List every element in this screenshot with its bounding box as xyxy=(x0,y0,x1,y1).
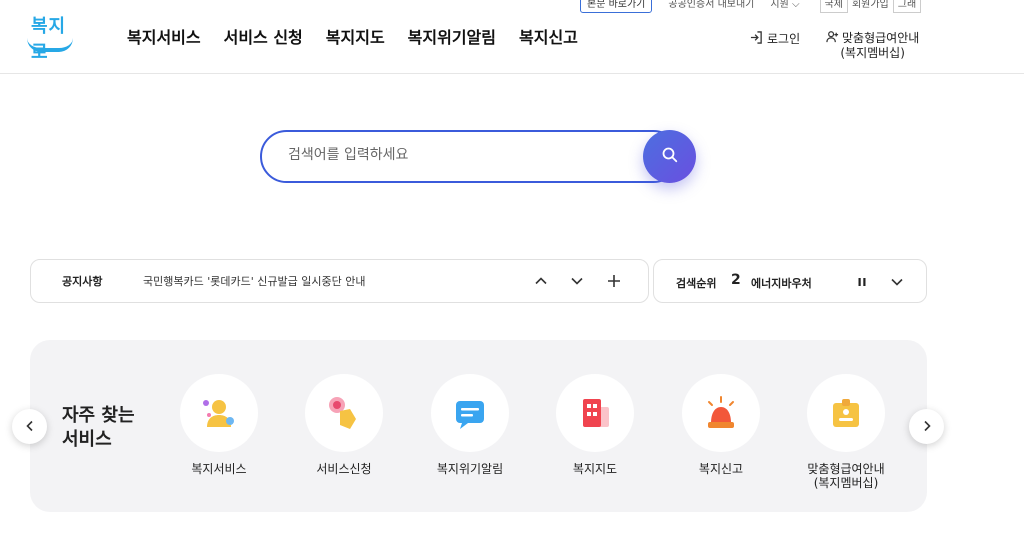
nav-welfare-report[interactable]: 복지신고 xyxy=(519,24,578,48)
quick-item-label: 복지서비스 xyxy=(191,462,247,476)
quick-next-button[interactable] xyxy=(909,409,944,444)
membership-guide-link[interactable]: 맞춤형급여안내 (복지멤버십) xyxy=(826,30,919,60)
quick-item-label: 복지위기알림 xyxy=(436,462,504,476)
siren-icon xyxy=(682,374,760,452)
message-icon xyxy=(431,374,509,452)
membership-label-1: 맞춤형급여안내 xyxy=(842,31,920,45)
quick-title-line1: 자주 찾는 xyxy=(62,405,135,426)
logo-smile-icon xyxy=(27,38,73,52)
quick-item-welfare-map[interactable]: 복지지도 xyxy=(545,374,645,476)
quick-item-service-apply[interactable]: 서비스신청 xyxy=(294,374,394,476)
quick-item-label: 복지지도 xyxy=(572,462,618,476)
notice-title: 공지사항 xyxy=(62,275,103,288)
rank-number: 2 xyxy=(731,272,741,288)
notice-more-button[interactable] xyxy=(604,271,624,291)
nav-welfare-services[interactable]: 복지서비스 xyxy=(127,24,201,48)
notice-text-link[interactable]: 국민행복카드 '롯데카드' 신규발급 일시중단 안내 xyxy=(143,273,365,289)
notice-next-button[interactable] xyxy=(567,271,587,291)
building-map-icon xyxy=(556,374,634,452)
search-field xyxy=(260,130,680,183)
person-plus-icon xyxy=(826,30,839,46)
quick-title-line2: 서비스 xyxy=(62,429,112,450)
quick-item-welfare-report[interactable]: 복지신고 xyxy=(671,374,771,476)
quick-item-welfare-services[interactable]: 복지서비스 xyxy=(169,374,269,476)
chevron-right-icon xyxy=(921,417,933,436)
search-rank-bar: 검색순위 2 에너지바우처 xyxy=(653,259,927,303)
membership-card-icon xyxy=(807,374,885,452)
nav-service-apply[interactable]: 서비스 신청 xyxy=(224,24,303,48)
login-button[interactable]: 로그인 xyxy=(750,30,800,47)
quick-item-label-line1: 맞춤형급여안내 xyxy=(807,462,885,476)
search-input[interactable] xyxy=(288,147,628,163)
quick-services-title: 자주 찾는 서비스 xyxy=(62,404,135,452)
site-logo[interactable]: 복지로 xyxy=(27,12,77,63)
touch-hand-icon xyxy=(305,374,383,452)
rank-title: 검색순위 xyxy=(676,277,717,290)
search-icon xyxy=(661,146,679,168)
person-icon xyxy=(180,374,258,452)
rank-pause-button[interactable] xyxy=(852,272,872,292)
quick-prev-button[interactable] xyxy=(12,409,47,444)
login-label: 로그인 xyxy=(767,32,801,46)
notice-prev-button[interactable] xyxy=(531,271,551,291)
rank-expand-button[interactable] xyxy=(887,272,907,292)
site-header: 복지로 복지서비스 서비스 신청 복지지도 복지위기알림 복지신고 로그인 맞춤… xyxy=(0,0,1024,74)
quick-item-label: 서비스신청 xyxy=(316,462,372,476)
chevron-left-icon xyxy=(24,417,36,436)
nav-crisis-alert[interactable]: 복지위기알림 xyxy=(408,24,496,48)
quick-item-label: 맞춤형급여안내 (복지멤버십) xyxy=(796,462,896,490)
membership-label-2: (복지멤버십) xyxy=(840,46,905,60)
quick-services-panel: 자주 찾는 서비스 복지서비스 서비스신청 복지위기알림 복지지도 복지신고 맞… xyxy=(30,340,927,512)
nav-welfare-map[interactable]: 복지지도 xyxy=(326,24,385,48)
notice-bar: 공지사항 국민행복카드 '롯데카드' 신규발급 일시중단 안내 xyxy=(30,259,649,303)
main-nav: 복지서비스 서비스 신청 복지지도 복지위기알림 복지신고 xyxy=(127,24,601,48)
search-bar xyxy=(260,130,696,183)
login-icon xyxy=(750,30,763,47)
quick-item-crisis-alert[interactable]: 복지위기알림 xyxy=(420,374,520,476)
quick-item-membership[interactable]: 맞춤형급여안내 (복지멤버십) xyxy=(796,374,896,490)
quick-item-label: 복지신고 xyxy=(698,462,744,476)
search-button[interactable] xyxy=(643,130,696,183)
quick-item-label-line2: (복지멤버십) xyxy=(813,476,879,490)
rank-keyword-link[interactable]: 에너지바우처 xyxy=(751,275,812,291)
